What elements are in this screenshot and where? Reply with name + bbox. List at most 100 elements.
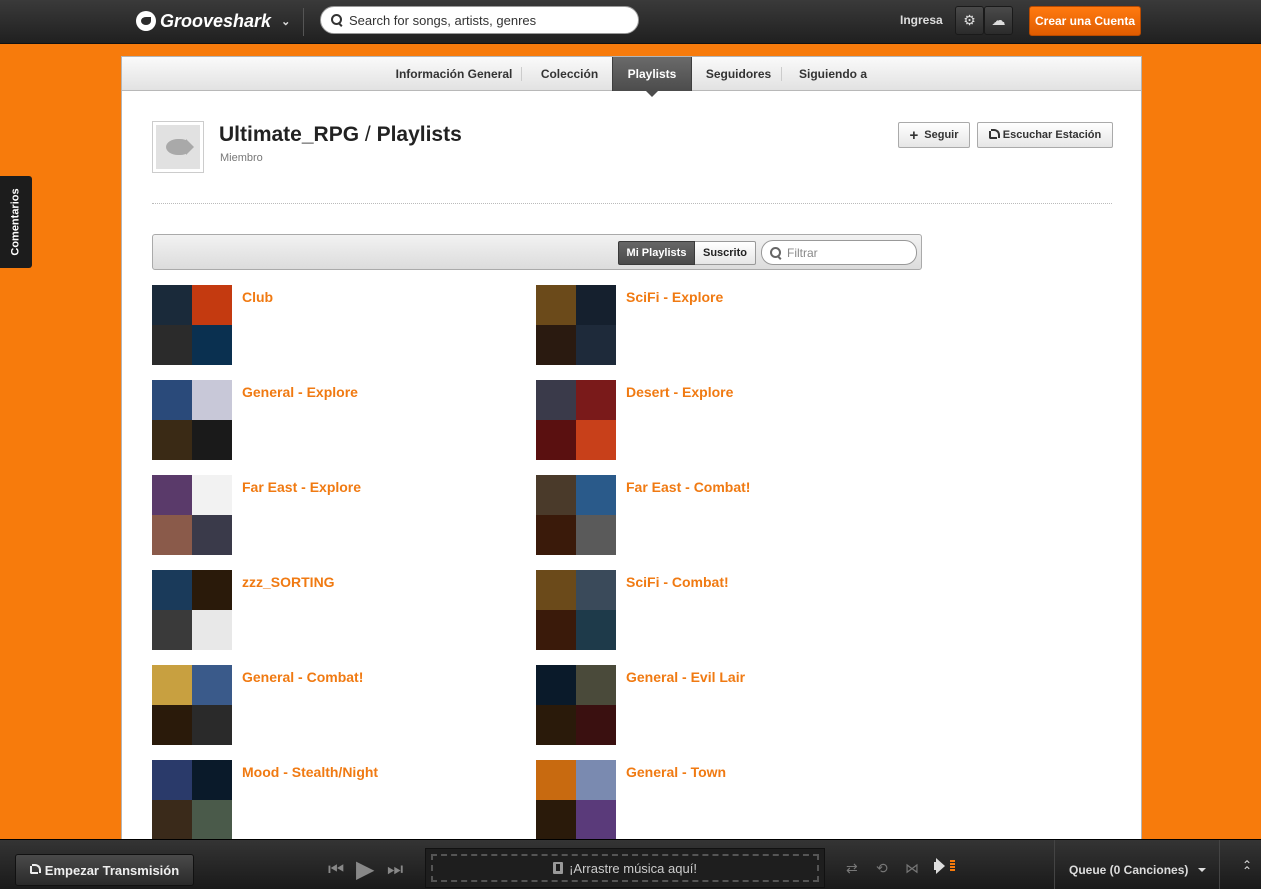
search-icon xyxy=(331,14,343,26)
playlist-cover[interactable] xyxy=(536,380,616,460)
playlist-item[interactable]: Far East - Combat! xyxy=(536,475,906,555)
playlist-name[interactable]: Mood - Stealth/Night xyxy=(242,764,378,780)
follow-button[interactable]: + Seguir xyxy=(898,122,970,148)
playlist-toolbar: Mi Playlists Suscrito xyxy=(152,234,922,270)
search-input[interactable] xyxy=(349,12,619,28)
login-link[interactable]: Ingresa xyxy=(900,13,943,27)
playlist-name[interactable]: General - Explore xyxy=(242,384,358,400)
playlist-cover[interactable] xyxy=(152,665,232,745)
playlist-item[interactable]: Mood - Stealth/Night xyxy=(152,760,522,839)
avatar[interactable] xyxy=(152,121,204,173)
playlist-cover[interactable] xyxy=(536,475,616,555)
playlist-name[interactable]: zzz_SORTING xyxy=(242,574,335,590)
shuffle-icon[interactable]: ⇄ xyxy=(846,860,858,877)
playlist-name[interactable]: Far East - Combat! xyxy=(626,479,750,495)
album-art-tile xyxy=(576,705,616,745)
playlist-name[interactable]: General - Combat! xyxy=(242,669,363,685)
player-bar: Empezar Transmisión ⏮ ▶ ⏭ ¡Arrastre músi… xyxy=(0,839,1261,889)
caret-down-icon xyxy=(1198,868,1207,872)
filter-input[interactable] xyxy=(787,245,907,260)
playlist-cover[interactable] xyxy=(536,665,616,745)
playlist-name[interactable]: General - Evil Lair xyxy=(626,669,745,685)
filter-box[interactable] xyxy=(761,240,917,265)
settings-button[interactable]: ⚙ xyxy=(955,6,984,35)
album-art-tile xyxy=(192,380,232,420)
playlist-item[interactable]: General - Combat! xyxy=(152,665,522,745)
album-art-tile xyxy=(152,800,192,839)
playlist-name[interactable]: Far East - Explore xyxy=(242,479,361,495)
create-account-button[interactable]: Crear una Cuenta xyxy=(1029,6,1141,36)
playlist-item[interactable]: SciFi - Combat! xyxy=(536,570,906,650)
playlist-cover[interactable] xyxy=(152,380,232,460)
playlist-item[interactable]: General - Evil Lair xyxy=(536,665,906,745)
playlist-name[interactable]: General - Town xyxy=(626,764,726,780)
broadcast-label: Empezar Transmisión xyxy=(44,862,180,878)
next-icon[interactable]: ⏭ xyxy=(387,859,403,880)
play-icon[interactable]: ▶ xyxy=(356,855,374,884)
volume-control[interactable] xyxy=(934,860,955,871)
album-art-tile xyxy=(576,665,616,705)
playlist-item[interactable]: SciFi - Explore xyxy=(536,285,906,365)
expand-queue-icon[interactable]: ⌃ ⌃ xyxy=(1242,859,1252,877)
queue-menu[interactable]: Queue (0 Canciones) xyxy=(1069,863,1207,877)
album-art-tile xyxy=(536,475,576,515)
playlist-item[interactable]: General - Explore xyxy=(152,380,522,460)
tab-seguidores[interactable]: Seguidores xyxy=(695,57,782,91)
album-art-tile xyxy=(576,515,616,555)
crossfade-icon[interactable]: ⋈ xyxy=(905,860,919,877)
upload-button[interactable]: ☁ xyxy=(984,6,1013,35)
playlist-cover[interactable] xyxy=(152,760,232,839)
playlist-item[interactable]: Desert - Explore xyxy=(536,380,906,460)
search-box[interactable] xyxy=(320,6,639,34)
speaker-icon xyxy=(934,861,940,870)
album-art-tile xyxy=(192,760,232,800)
username[interactable]: Ultimate_RPG xyxy=(219,123,359,146)
album-art-tile xyxy=(536,570,576,610)
tab-my-playlists[interactable]: Mi Playlists xyxy=(618,241,695,265)
playlist-cover[interactable] xyxy=(152,285,232,365)
album-art-tile xyxy=(576,570,616,610)
playlist-item[interactable]: General - Town xyxy=(536,760,906,839)
album-art-tile xyxy=(152,665,192,705)
comments-side-tab[interactable]: Comentarios xyxy=(0,176,32,268)
playlist-name[interactable]: SciFi - Explore xyxy=(626,289,723,305)
grooveshark-logo[interactable]: Grooveshark ⌄ xyxy=(136,9,290,33)
playlist-name[interactable]: Club xyxy=(242,289,273,305)
album-art-tile xyxy=(152,610,192,650)
album-art-tile xyxy=(192,515,232,555)
tab-coleccion[interactable]: Colección xyxy=(526,57,613,91)
playlist-name[interactable]: Desert - Explore xyxy=(626,384,733,400)
tab-subscribed[interactable]: Suscrito xyxy=(695,241,756,265)
repeat-icon[interactable]: ⟲ xyxy=(876,860,888,877)
profile-subnav: Información General Colección Playlists … xyxy=(122,57,1141,97)
playlist-cover[interactable] xyxy=(152,570,232,650)
album-art-tile xyxy=(536,665,576,705)
album-art-tile xyxy=(152,515,192,555)
album-art-tile xyxy=(536,760,576,800)
default-fish-avatar-icon xyxy=(156,125,200,169)
playlist-cover[interactable] xyxy=(536,570,616,650)
tab-playlists[interactable]: Playlists xyxy=(612,57,692,97)
playlist-item[interactable]: Far East - Explore xyxy=(152,475,522,555)
tab-informacion-general[interactable]: Información General xyxy=(386,57,522,91)
chevron-down-icon[interactable]: ⌄ xyxy=(281,15,290,28)
album-art-tile xyxy=(192,420,232,460)
previous-icon[interactable]: ⏮ xyxy=(328,859,344,880)
album-art-tile xyxy=(576,325,616,365)
listen-station-button[interactable]: Escuchar Estación xyxy=(977,122,1113,148)
playlist-cover[interactable] xyxy=(536,760,616,839)
search-icon xyxy=(770,246,782,259)
playlist-item[interactable]: zzz_SORTING xyxy=(152,570,522,650)
playlist-cover[interactable] xyxy=(536,285,616,365)
tab-siguiendo-a[interactable]: Siguiendo a xyxy=(786,57,880,91)
playlist-item[interactable]: Club xyxy=(152,285,522,365)
logo-text: Grooveshark xyxy=(160,10,272,31)
plus-icon: + xyxy=(909,126,919,144)
drop-zone[interactable]: ¡Arrastre música aquí! xyxy=(425,848,825,888)
playlist-cover[interactable] xyxy=(152,475,232,555)
drop-zone-inner: ¡Arrastre música aquí! xyxy=(431,854,819,882)
album-art-tile xyxy=(576,475,616,515)
album-art-tile xyxy=(576,420,616,460)
playlist-name[interactable]: SciFi - Combat! xyxy=(626,574,729,590)
start-broadcast-button[interactable]: Empezar Transmisión xyxy=(15,854,194,886)
